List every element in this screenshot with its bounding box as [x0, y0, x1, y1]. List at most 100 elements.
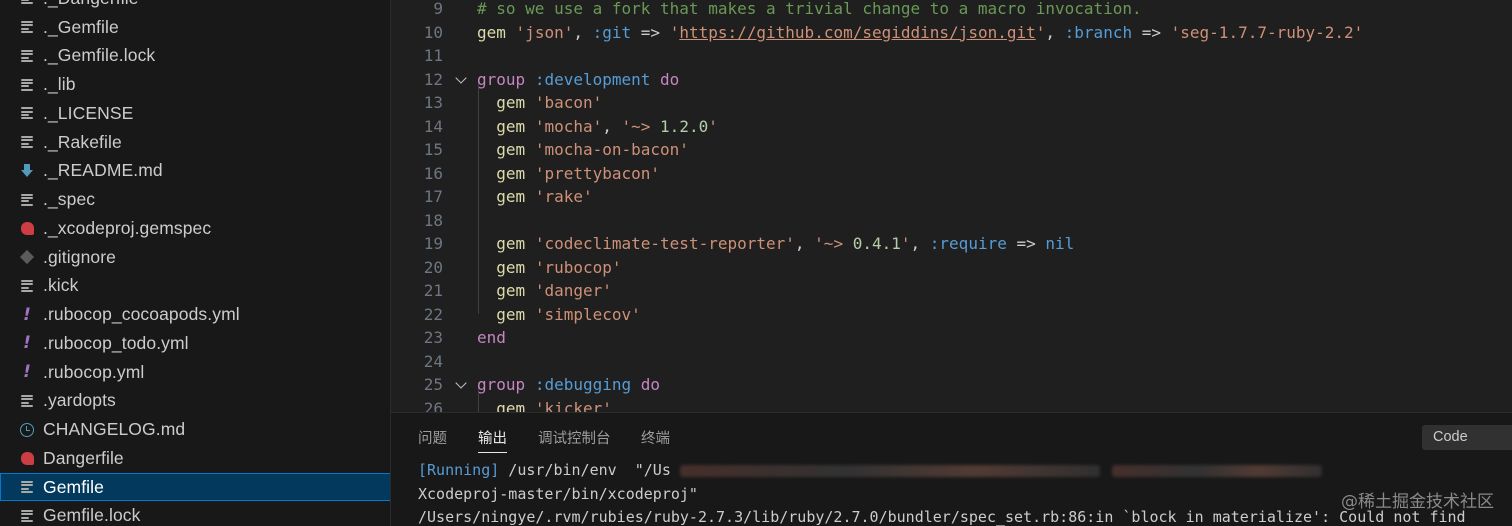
line-number: 9 — [433, 0, 443, 19]
tab-output[interactable]: 输出 — [478, 427, 507, 453]
file-item-label: ._Dangerfile — [43, 0, 139, 9]
file-item[interactable]: ._lib — [0, 70, 390, 99]
file-item-label: ._lib — [43, 74, 76, 95]
output-command: /usr/bin/env — [499, 461, 617, 479]
file-lines-icon — [19, 508, 35, 524]
file-item-label: ._README.md — [43, 160, 163, 181]
file-item-label: .rubocop.yml — [43, 361, 145, 382]
code-text: # so we use a fork that makes a trivial … — [477, 0, 1142, 19]
file-item[interactable]: ._Gemfile — [0, 13, 390, 42]
file-item-label: .rubocop_cocoapods.yml — [43, 304, 240, 325]
file-item-label: ._xcodeproj.gemspec — [43, 217, 212, 238]
line-number: 14 — [423, 116, 443, 136]
line-number: 12 — [423, 69, 443, 89]
yaml-exclamation-icon: ! — [23, 333, 31, 354]
tab-terminal[interactable]: 终端 — [641, 427, 670, 449]
file-item-label: ._Gemfile — [43, 16, 119, 37]
file-lines-icon — [19, 19, 35, 35]
file-lines-icon — [19, 278, 35, 294]
watermark: @稀土掘金技术社区 — [1341, 492, 1494, 512]
ruby-icon — [19, 450, 35, 466]
output-command-tail: "/Us — [616, 461, 671, 479]
code-text: gem 'mocha', '~> 1.2.0' — [496, 116, 718, 136]
file-lines-icon — [19, 48, 35, 64]
file-item[interactable]: .kick — [0, 272, 390, 301]
tab-problems[interactable]: 问题 — [418, 427, 447, 449]
code-text: gem 'danger' — [496, 281, 612, 301]
line-number: 13 — [423, 93, 443, 113]
line-number: 24 — [423, 351, 443, 371]
line-number: 26 — [423, 398, 443, 412]
file-item[interactable]: ._xcodeproj.gemspec — [0, 214, 390, 243]
file-item[interactable]: ! .rubocop_todo.yml — [0, 329, 390, 358]
line-number: 22 — [423, 304, 443, 324]
output-channel-select[interactable]: Code — [1422, 425, 1512, 450]
file-item[interactable]: ._Dangerfile — [0, 0, 390, 13]
file-item-label: .rubocop_todo.yml — [43, 332, 189, 353]
file-item-label: .yardopts — [43, 390, 116, 411]
file-item-label: ._Rakefile — [43, 131, 122, 152]
fold-chevron-icon[interactable] — [454, 377, 470, 393]
file-item[interactable]: ._Gemfile.lock — [0, 42, 390, 71]
file-item-label: Gemfile — [43, 476, 104, 497]
line-number: 11 — [423, 46, 443, 66]
fold-chevron-icon[interactable] — [454, 72, 470, 88]
file-lines-icon — [19, 192, 35, 208]
bottom-panel: 问题 输出 调试控制台 终端 Code [Running] /usr/bin/e… — [391, 412, 1512, 526]
file-item-label: .gitignore — [43, 246, 116, 267]
file-item[interactable]: ._Rakefile — [0, 128, 390, 157]
file-item[interactable]: CHANGELOG.md — [0, 415, 390, 444]
file-explorer: ._Dangerfile ._Gemfile ._Gemfile.lock ._lib… — [0, 0, 391, 526]
line-number: 10 — [423, 22, 443, 42]
file-item[interactable]: ._spec — [0, 185, 390, 214]
file-item[interactable]: ._LICENSE — [0, 99, 390, 128]
code-editor[interactable]: 9 # so we use a fork that makes a trivial… — [391, 0, 1512, 412]
code-text: gem 'bacon' — [496, 93, 603, 113]
file-item[interactable]: Dangerfile — [0, 444, 390, 473]
line-number: 25 — [423, 375, 443, 395]
file-lines-icon — [19, 105, 35, 121]
running-tag: [Running] — [418, 461, 500, 479]
yaml-exclamation-icon: ! — [23, 304, 31, 325]
line-number: 15 — [423, 140, 443, 160]
file-lines-icon — [19, 479, 35, 495]
markdown-arrow-icon — [19, 163, 35, 179]
file-item[interactable]: ._README.md — [0, 157, 390, 186]
file-item-label: ._Gemfile.lock — [43, 45, 156, 66]
file-item-label: CHANGELOG.md — [43, 419, 186, 440]
line-number: 23 — [423, 328, 443, 348]
file-item[interactable]: Gemfile — [0, 472, 390, 502]
tab-debug-console[interactable]: 调试控制台 — [538, 427, 611, 449]
file-item-label: Gemfile.lock — [43, 505, 141, 526]
line-number: 21 — [423, 281, 443, 301]
code-text: gem 'rake' — [496, 187, 593, 207]
file-item-label: ._LICENSE — [43, 102, 134, 123]
code-text: gem 'json', :git => 'https://github.com/… — [477, 22, 1364, 42]
output-line-2: Xcodeproj-master/bin/xcodeproj" — [418, 485, 698, 503]
line-number: 18 — [423, 210, 443, 230]
code-text: gem 'kicker' — [496, 398, 612, 412]
file-item[interactable]: Gemfile.lock — [0, 502, 390, 526]
redacted-text — [1111, 464, 1322, 477]
file-item[interactable]: .yardopts — [0, 387, 390, 416]
file-item[interactable]: ! .rubocop_cocoapods.yml — [0, 300, 390, 329]
file-item-label: .kick — [43, 275, 79, 296]
code-text: gem 'prettybacon' — [496, 163, 661, 183]
code-text: gem 'simplecov' — [496, 304, 641, 324]
code-text: gem 'rubocop' — [496, 257, 622, 277]
ruby-icon — [19, 220, 35, 236]
file-item-label: Dangerfile — [43, 447, 124, 468]
line-number: 19 — [423, 234, 443, 254]
code-text: end — [477, 328, 506, 348]
file-item[interactable]: ! .rubocop.yml — [0, 358, 390, 387]
git-icon — [19, 249, 35, 265]
line-number: 20 — [423, 257, 443, 277]
line-number: 17 — [423, 187, 443, 207]
file-lines-icon — [19, 134, 35, 150]
output-line-1: [Running] /usr/bin/env "/Us — [418, 461, 1322, 479]
code-text: gem 'codeclimate-test-reporter', '~> 0.4… — [496, 234, 1075, 254]
file-lines-icon — [19, 393, 35, 409]
file-item[interactable]: .gitignore — [0, 243, 390, 272]
yaml-exclamation-icon: ! — [23, 362, 31, 383]
code-text: group :debugging do — [477, 375, 661, 395]
